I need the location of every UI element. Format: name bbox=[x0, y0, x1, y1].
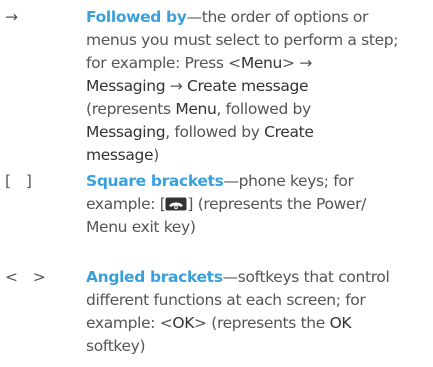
softkey-name: OK bbox=[172, 314, 195, 332]
notation-symbol-square-brackets: [ ] bbox=[5, 172, 32, 190]
line: (represents Menu, followed by bbox=[86, 98, 431, 121]
line: softkey) bbox=[86, 337, 146, 355]
line: Messaging, followed by Create bbox=[86, 121, 431, 144]
line: Square brackets—phone keys; for bbox=[86, 170, 431, 193]
text: softkeys that control bbox=[237, 268, 390, 286]
menu-name: Create bbox=[264, 123, 314, 141]
text: , followed by bbox=[165, 123, 265, 141]
text: , followed by bbox=[216, 100, 312, 118]
dash: — bbox=[223, 172, 239, 190]
text: (represents bbox=[86, 100, 176, 118]
line: Angled brackets—softkeys that control bbox=[86, 266, 431, 289]
notation-description: Square brackets—phone keys; for example:… bbox=[86, 170, 431, 239]
menu-name: Menu bbox=[240, 54, 283, 72]
line: Menu exit key) bbox=[86, 218, 196, 236]
menu-name: Create message bbox=[187, 77, 309, 95]
menu-name: Menu bbox=[175, 100, 217, 118]
menu-name: Messaging bbox=[86, 77, 166, 95]
notation-term: Square brackets bbox=[86, 172, 224, 190]
dash: — bbox=[222, 268, 239, 286]
notation-symbol-arrow: → bbox=[5, 8, 18, 26]
line: Messaging → Create message bbox=[86, 75, 431, 98]
text: the order of options or bbox=[201, 8, 369, 26]
line: message) bbox=[86, 144, 431, 167]
notation-term: Angled brackets bbox=[86, 268, 223, 286]
text: > → bbox=[281, 54, 312, 72]
softkey-name: OK bbox=[329, 314, 352, 332]
notation-description: Angled brackets—softkeys that control di… bbox=[86, 266, 431, 358]
line: different functions at each screen; for bbox=[86, 291, 366, 309]
notation-term: Followed by bbox=[86, 8, 187, 26]
line: example: <OK> (represents the OK bbox=[86, 312, 431, 335]
text: phone keys; for bbox=[238, 172, 354, 190]
text: for example: Press < bbox=[86, 54, 241, 72]
line: for example: Press <Menu> → bbox=[86, 52, 431, 75]
text: ) bbox=[153, 146, 159, 164]
notation-symbol-angled-brackets: < > bbox=[5, 268, 46, 286]
text: ] (represents the Power/ bbox=[187, 195, 366, 213]
text: example: < bbox=[86, 314, 173, 332]
notation-description: Followed by—the order of options or menu… bbox=[86, 6, 431, 167]
menu-name: message bbox=[86, 146, 154, 164]
text: → bbox=[165, 77, 188, 95]
menu-name: Messaging bbox=[86, 123, 166, 141]
manual-page: → Followed by—the order of options or me… bbox=[0, 0, 433, 367]
line: example: [ ] (represents the Power/ bbox=[86, 193, 431, 216]
line: Followed by—the order of options or bbox=[86, 6, 431, 29]
text: > (represents the bbox=[194, 314, 330, 332]
end-call-power-key-icon bbox=[165, 195, 187, 211]
text: example: [ bbox=[86, 195, 166, 213]
dash: — bbox=[186, 8, 203, 26]
line: menus you must select to perform a step; bbox=[86, 31, 399, 49]
